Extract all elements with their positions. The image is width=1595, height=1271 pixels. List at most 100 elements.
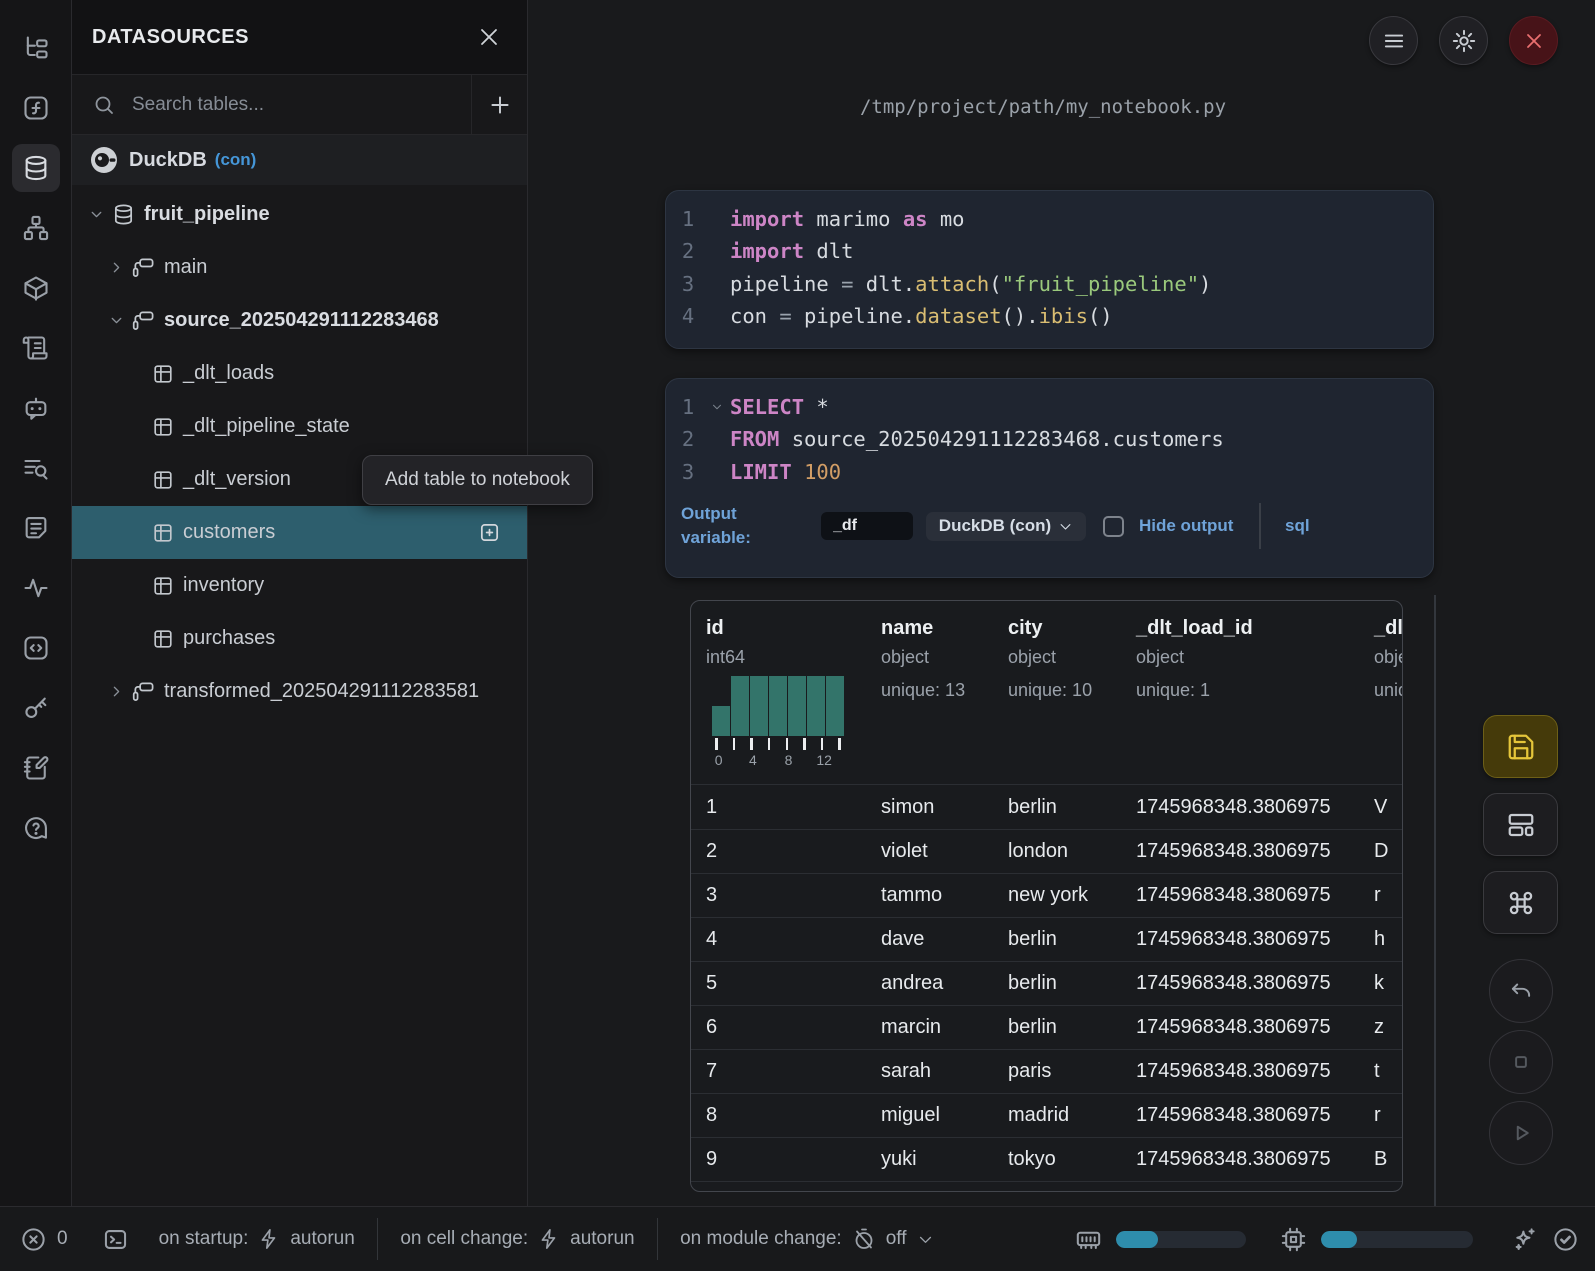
stop-button[interactable] [1489,1030,1553,1094]
undo-button[interactable] [1489,959,1553,1023]
datasources-panel: DATASOURCES DuckDB (con) fruit_pipelinem… [72,0,528,1206]
table-icon [152,416,174,438]
connection-status-button[interactable] [1552,1226,1579,1253]
table-row: 6marcinberlin1745968348.3806975z [691,1005,1402,1049]
chevron-right-icon[interactable] [108,259,132,276]
table-body: 1simonberlin1745968348.3806975V2violetlo… [691,785,1402,1192]
tree-item-inventory[interactable]: inventory [72,559,527,612]
tree-item-purchases[interactable]: purchases [72,612,527,665]
shutdown-button[interactable] [1509,16,1558,65]
fold-gutter [710,203,730,235]
scratchpad-icon[interactable] [0,738,72,798]
ai-sparkles-button[interactable] [1511,1226,1538,1253]
fold-chevron-icon[interactable] [710,391,730,423]
run-button[interactable] [1489,1101,1553,1165]
fold-gutter [710,456,730,488]
schema-icon [132,309,155,332]
engine-dropdown[interactable]: DuckDB (con) [926,512,1086,541]
add-table-button[interactable] [478,521,501,544]
code-cell-sql[interactable]: 1SELECT *2FROM source_202504291112283468… [665,378,1434,578]
activity-bar [0,0,72,1206]
cpu-usage-bar [1321,1231,1473,1248]
duckdb-logo-icon [90,146,118,174]
column-header-id[interactable]: idint6404812 [691,601,866,784]
package-icon[interactable] [0,258,72,318]
table-row: 9yukitokyo1745968348.3806975B [691,1137,1402,1181]
column-header-_dlt_id[interactable]: _dlt_idobjectunique: 13 [1359,601,1403,784]
search-input[interactable] [132,94,412,116]
file-tree-icon[interactable] [0,18,72,78]
output-variable-input[interactable] [821,512,913,540]
on-startup-toggle[interactable]: on startup: autorun [159,1228,355,1250]
notebook-path: /tmp/project/path/my_notebook.py [528,96,1558,118]
zap-icon [258,1228,280,1250]
tree-item-_dlt_pipeline_state[interactable]: _dlt_pipeline_state [72,400,527,453]
chevron-down-icon[interactable] [108,312,132,329]
timer-off-icon [852,1227,876,1251]
tree-item-source_202504291112283468[interactable]: source_202504291112283468 [72,294,527,347]
output-variable-label: Output variable: [681,502,796,550]
notebook-area: /tmp/project/path/my_notebook.py 1import… [528,0,1595,1206]
logs-icon[interactable] [0,438,72,498]
tree-item-main[interactable]: main [72,241,527,294]
activity-icon[interactable] [0,558,72,618]
column-header-_dlt_load_id[interactable]: _dlt_load_idobjectunique: 1 [1121,601,1359,784]
add-datasource-button[interactable] [471,75,527,134]
help-icon[interactable] [0,798,72,858]
assistant-icon[interactable] [0,378,72,438]
schema-icon [132,256,155,279]
terminal-button[interactable] [102,1226,129,1253]
connection-alias: (con) [215,150,257,170]
save-button[interactable] [1483,715,1558,778]
database-icon[interactable] [0,138,72,198]
settings-button[interactable] [1439,16,1488,65]
right-action-rail [1483,715,1558,1172]
chevron-down-icon[interactable] [88,206,112,223]
code-icon[interactable] [0,618,72,678]
ram-icon [1075,1226,1102,1253]
tree-item-fruit_pipeline[interactable]: fruit_pipeline [72,188,527,241]
table-icon [152,628,174,650]
connection-row[interactable]: DuckDB (con) [72,135,527,185]
table-icon [152,522,174,544]
hide-output-checkbox[interactable] [1103,516,1124,537]
script-icon[interactable] [0,318,72,378]
close-icon[interactable] [477,25,501,49]
table-icon [152,575,174,597]
table-header: idint6404812nameobjectunique: 13cityobje… [691,601,1402,785]
cell-language-label[interactable]: sql [1285,514,1310,538]
status-bar: 0 on startup: autorun on cell change: au… [0,1206,1595,1271]
on-cell-change-toggle[interactable]: on cell change: autorun [400,1228,634,1250]
hierarchy-icon[interactable] [0,198,72,258]
divider [1259,503,1261,549]
panel-title: DATASOURCES [92,26,249,49]
function-icon[interactable] [0,78,72,138]
chevron-right-icon[interactable] [108,683,132,700]
table-row: 7sarahparis1745968348.3806975t [691,1049,1402,1093]
code-cell-imports[interactable]: 1import marimo as mo2import dlt3pipeline… [665,190,1434,349]
database-icon [112,203,135,226]
error-count: 0 [57,1228,68,1250]
scrollbar-track[interactable] [1434,595,1436,1206]
hide-output-label: Hide output [1139,514,1239,538]
table-row: 2violetlondon1745968348.3806975D [691,829,1402,873]
command-palette-button[interactable] [1483,871,1558,934]
fold-gutter [710,423,730,455]
table-icon [152,469,174,491]
search-row [72,75,527,135]
result-table: idint6404812nameobjectunique: 13cityobje… [690,600,1403,1192]
table-icon [152,363,174,385]
error-indicator[interactable]: 0 [20,1226,68,1253]
table-row [691,1181,1402,1192]
column-header-city[interactable]: cityobjectunique: 10 [993,601,1121,784]
snippets-icon[interactable] [0,498,72,558]
layout-button[interactable] [1483,793,1558,856]
menu-button[interactable] [1369,16,1418,65]
secrets-icon[interactable] [0,678,72,738]
on-module-change-toggle[interactable]: on module change: off [680,1227,933,1251]
column-header-name[interactable]: nameobjectunique: 13 [866,601,993,784]
tree-item-_dlt_loads[interactable]: _dlt_loads [72,347,527,400]
tree-item-customers[interactable]: customers [72,506,527,559]
tree-item-transformed_202504291112283581[interactable]: transformed_202504291112283581 [72,665,527,718]
table-row: 3tammonew york1745968348.3806975r [691,873,1402,917]
